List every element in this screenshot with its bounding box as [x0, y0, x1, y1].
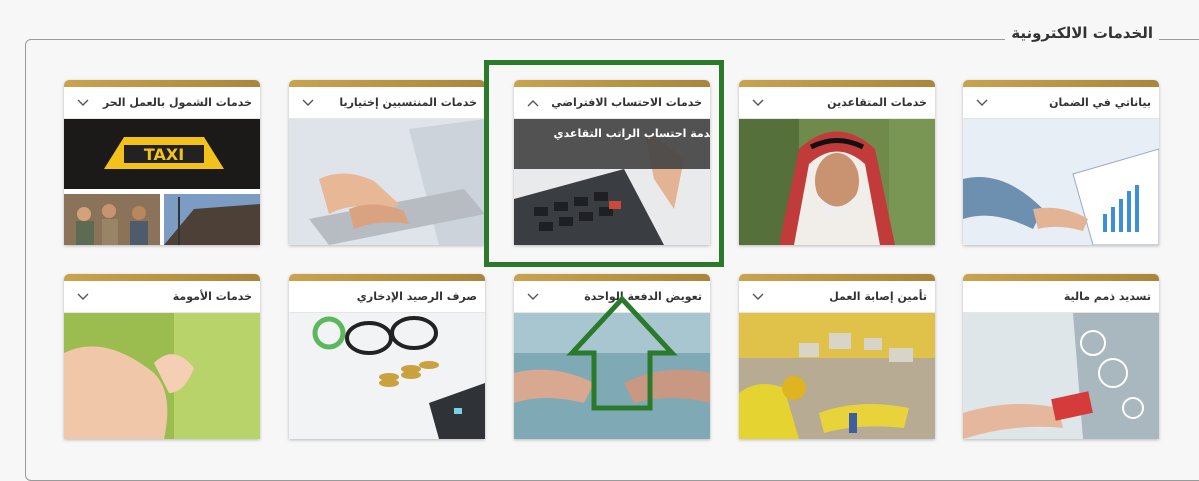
card-accent — [739, 274, 935, 281]
card-maternity[interactable]: خدمات الأمومة — [64, 274, 260, 439]
data-charts-image — [963, 119, 1159, 245]
card-header[interactable]: تأمين إصابة العمل — [739, 281, 935, 313]
menu-item-pension-calculation[interactable]: خدمة احتساب الراتب التقاعدي — [554, 127, 711, 140]
card-label: صرف الرصيد الإدخاري — [356, 290, 477, 303]
card-pay-dues[interactable]: تسديد ذمم مالية — [963, 274, 1159, 439]
card-header[interactable]: خدمات المنتسبين إختياريا — [289, 87, 485, 119]
card-work-injury[interactable]: تأمين إصابة العمل — [739, 274, 935, 439]
chevron-down-icon[interactable] — [76, 290, 90, 304]
card-label: خدمات المتقاعدين — [827, 96, 927, 109]
card-header[interactable]: صرف الرصيد الإدخاري — [289, 281, 485, 313]
card-label: تسديد ذمم مالية — [1063, 290, 1151, 303]
card-savings-balance[interactable]: صرف الرصيد الإدخاري — [289, 274, 485, 439]
svg-text:TAXI: TAXI — [144, 145, 184, 164]
card-accent — [739, 80, 935, 87]
dropdown-menu: خدمة احتساب الراتب التقاعدي — [514, 119, 710, 169]
card-retirees[interactable]: خدمات المتقاعدين — [739, 80, 935, 245]
chevron-down-icon[interactable] — [751, 96, 765, 110]
taxi-image: TAXI — [64, 119, 260, 245]
elderly-man-image — [739, 119, 935, 245]
card-header[interactable]: خدمات المتقاعدين — [739, 87, 935, 119]
card-accent — [514, 274, 710, 281]
card-header[interactable]: تسديد ذمم مالية — [963, 281, 1159, 313]
card-voluntary-members[interactable]: خدمات المنتسبين إختياريا — [289, 80, 485, 245]
card-header[interactable]: خدمات الشمول بالعمل الحر — [64, 87, 260, 119]
card-label: خدمات الاحتساب الافتراضي — [551, 96, 702, 109]
card-label: بياناتي في الضمان — [1049, 96, 1151, 109]
card-header[interactable]: خدمات الأمومة — [64, 281, 260, 313]
card-header[interactable]: خدمات الاحتساب الافتراضي — [514, 87, 710, 119]
laptop-image — [289, 119, 485, 245]
card-label: تأمين إصابة العمل — [829, 290, 927, 303]
card-my-data[interactable]: بياناتي في الضمان — [963, 80, 1159, 245]
chevron-up-icon[interactable] — [526, 96, 540, 110]
card-virtual-calculation[interactable]: خدمات الاحتساب الافتراضي خدمة احتساب الر… — [514, 80, 710, 245]
card-accent — [289, 80, 485, 87]
card-self-employed[interactable]: خدمات الشمول بالعمل الحر TAXI — [64, 80, 260, 245]
up-arrow-icon — [566, 295, 678, 413]
glasses-coins-image — [289, 313, 485, 439]
card-label: خدمات الأمومة — [172, 290, 252, 303]
card-accent — [963, 80, 1159, 87]
baby-hand-image — [64, 313, 260, 439]
work-injury-image — [739, 313, 935, 439]
chevron-down-icon[interactable] — [975, 96, 989, 110]
card-accent — [64, 274, 260, 281]
card-accent — [963, 274, 1159, 281]
card-payment-image — [963, 313, 1159, 439]
card-accent — [289, 274, 485, 281]
chevron-down-icon[interactable] — [526, 290, 540, 304]
card-accent — [64, 80, 260, 87]
chevron-down-icon[interactable] — [751, 290, 765, 304]
card-header[interactable]: بياناتي في الضمان — [963, 87, 1159, 119]
chevron-down-icon[interactable] — [76, 96, 90, 110]
card-accent — [514, 80, 710, 87]
card-label: خدمات المنتسبين إختياريا — [339, 96, 477, 109]
section-title: الخدمات الالكترونية — [1005, 24, 1159, 42]
chevron-down-icon[interactable] — [301, 96, 315, 110]
card-label: خدمات الشمول بالعمل الحر — [102, 96, 252, 109]
